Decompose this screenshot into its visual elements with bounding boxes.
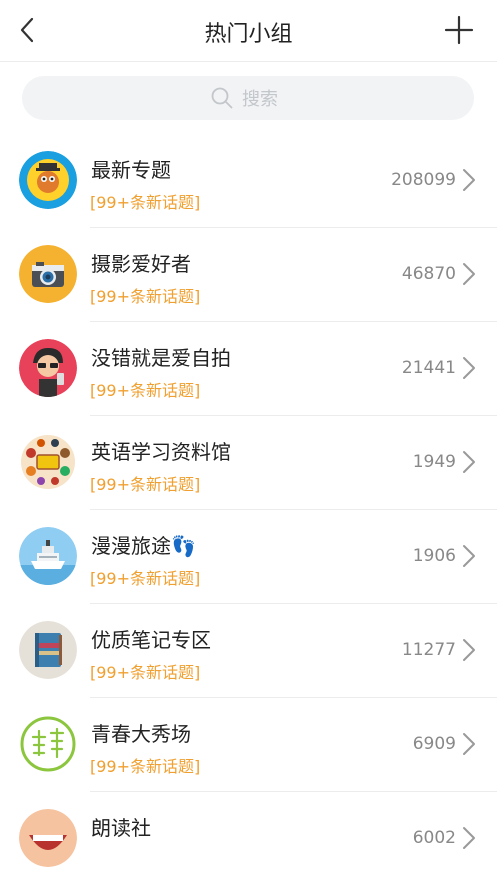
chevron-right-icon xyxy=(463,545,475,567)
member-count: 1906 xyxy=(412,546,456,566)
group-avatar xyxy=(19,809,77,867)
group-name: 青春大秀场 xyxy=(91,722,191,746)
chevron-right-icon xyxy=(463,357,475,379)
new-topics-badge: [99+条新话题] xyxy=(90,475,201,494)
member-count: 6002 xyxy=(412,828,456,848)
group-row-latest-topics[interactable]: 最新专题 [99+条新话题] 208099 xyxy=(0,134,497,228)
group-avatar xyxy=(19,527,77,585)
member-count: 21441 xyxy=(401,358,456,378)
group-name: 漫漫旅途👣 xyxy=(91,534,196,558)
add-group-button[interactable] xyxy=(443,14,475,46)
search-placeholder-group: 搜索 xyxy=(210,86,278,110)
member-count: 208099 xyxy=(391,170,456,190)
chevron-right-icon xyxy=(463,733,475,755)
group-avatar xyxy=(19,621,77,679)
group-avatar xyxy=(19,715,77,773)
group-name: 没错就是爱自拍 xyxy=(91,346,231,370)
new-topics-badge: [99+条新话题] xyxy=(90,287,201,306)
group-list: 最新专题 [99+条新话题] 208099 摄影爱好者 [99+条新话题] 46… xyxy=(0,134,497,886)
member-count: 46870 xyxy=(401,264,456,284)
chevron-right-icon xyxy=(463,169,475,191)
member-count: 11277 xyxy=(401,640,456,660)
group-avatar xyxy=(19,151,77,209)
group-name: 优质笔记专区 xyxy=(91,628,211,652)
new-topics-badge: [99+条新话题] xyxy=(90,757,201,776)
search-placeholder: 搜索 xyxy=(242,89,278,110)
group-name: 最新专题 xyxy=(91,158,171,182)
chevron-right-icon xyxy=(463,827,475,849)
group-row-travel[interactable]: 漫漫旅途👣 [99+条新话题] 1906 xyxy=(0,510,497,604)
group-row-youth-show[interactable]: 青春大秀场 [99+条新话题] 6909 xyxy=(0,698,497,792)
group-row-quality-notes[interactable]: 优质笔记专区 [99+条新话题] 11277 xyxy=(0,604,497,698)
group-row-photography[interactable]: 摄影爱好者 [99+条新话题] 46870 xyxy=(0,228,497,322)
top-bar: 热门小组 xyxy=(0,0,497,62)
chevron-right-icon xyxy=(463,639,475,661)
plus-icon xyxy=(444,15,474,45)
group-row-selfie[interactable]: 没错就是爱自拍 [99+条新话题] 21441 xyxy=(0,322,497,416)
chevron-right-icon xyxy=(463,451,475,473)
group-avatar xyxy=(19,245,77,303)
new-topics-badge: [99+条新话题] xyxy=(90,381,201,400)
group-row-reading-club[interactable]: 朗读社 6002 xyxy=(0,792,497,886)
group-name: 摄影爱好者 xyxy=(91,252,191,276)
chevron-right-icon xyxy=(463,263,475,285)
member-count: 6909 xyxy=(412,734,456,754)
group-name: 英语学习资料馆 xyxy=(91,440,231,464)
page-title: 热门小组 xyxy=(204,22,293,47)
search-input[interactable]: 搜索 xyxy=(22,76,474,120)
group-avatar xyxy=(19,339,77,397)
group-avatar xyxy=(19,433,77,491)
new-topics-badge: [99+条新话题] xyxy=(90,663,201,682)
group-name: 朗读社 xyxy=(91,816,151,840)
group-row-english-library[interactable]: 英语学习资料馆 [99+条新话题] 1949 xyxy=(0,416,497,510)
new-topics-badge: [99+条新话题] xyxy=(90,193,201,212)
member-count: 1949 xyxy=(412,452,456,472)
search-icon xyxy=(211,87,233,109)
new-topics-badge: [99+条新话题] xyxy=(90,569,201,588)
